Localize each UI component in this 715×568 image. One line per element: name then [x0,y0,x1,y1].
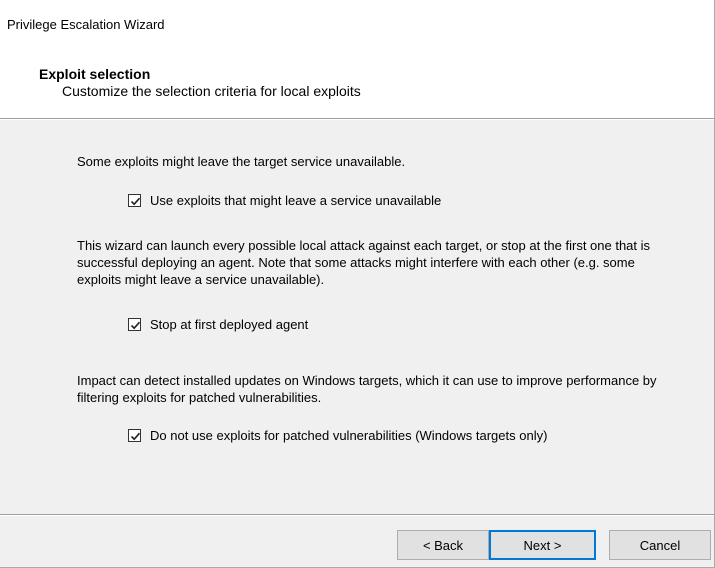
footer-divider-highlight [0,515,714,516]
stop-at-first-agent-checkbox[interactable]: Stop at first deployed agent [128,317,308,332]
back-button[interactable]: < Back [397,530,489,560]
use-unavailable-exploits-checkbox[interactable]: Use exploits that might leave a service … [128,193,441,208]
wizard-header-panel: Privilege Escalation Wizard Exploit sele… [0,0,714,118]
page-subtitle: Customize the selection criteria for loc… [62,83,361,99]
checkbox-label: Stop at first deployed agent [150,317,309,332]
window-title: Privilege Escalation Wizard [7,17,165,32]
section-1-text: Some exploits might leave the target ser… [77,154,406,169]
checkbox-label: Do not use exploits for patched vulnerab… [150,428,548,443]
checkbox-checked-icon[interactable] [128,194,141,207]
section-3-text: Impact can detect installed updates on W… [77,373,657,405]
section-2-text: This wizard can launch every possible lo… [77,238,651,287]
checkbox-checked-icon[interactable] [128,318,141,331]
header-divider-highlight [0,119,714,120]
next-button[interactable]: Next > [489,530,596,560]
checkbox-checked-icon[interactable] [128,429,141,442]
checkbox-label: Use exploits that might leave a service … [150,193,442,208]
cancel-button[interactable]: Cancel [609,530,711,560]
skip-patched-exploits-checkbox[interactable]: Do not use exploits for patched vulnerab… [128,428,547,443]
page-title: Exploit selection [39,66,151,82]
wizard-window: Privilege Escalation Wizard Exploit sele… [0,0,715,568]
